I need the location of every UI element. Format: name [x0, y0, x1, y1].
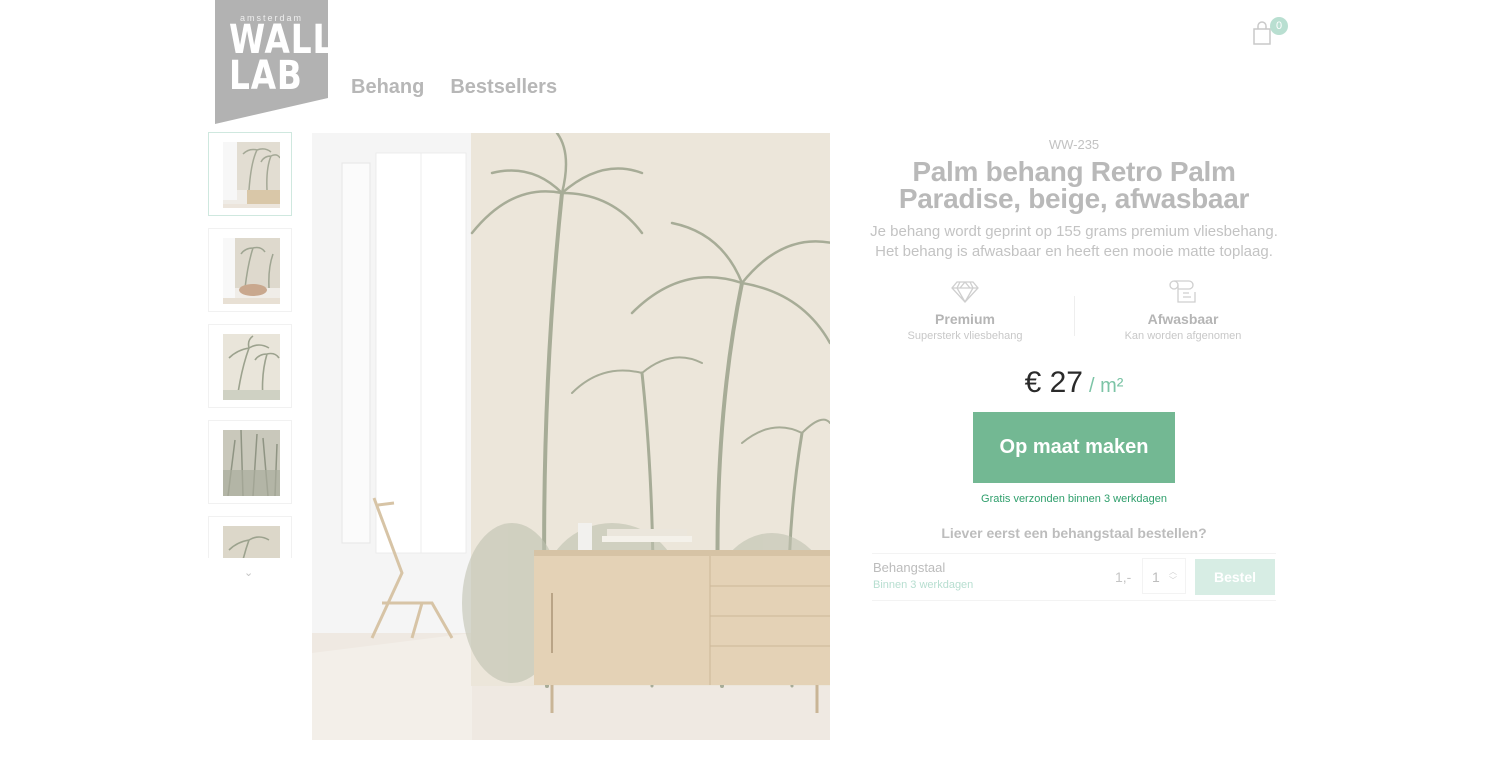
thumbnail-3[interactable] [208, 324, 292, 408]
feature-divider [1074, 296, 1075, 336]
quantity-value[interactable]: 1 [1152, 569, 1160, 585]
sample-question: Liever eerst een behangstaal bestellen? [941, 525, 1207, 541]
product-main-image [312, 133, 830, 740]
feature-title: Premium [935, 311, 995, 327]
thumbnail-5[interactable] [208, 516, 292, 558]
product-title-line1: Palm behang Retro Palm [912, 156, 1236, 187]
nav-item-bestsellers[interactable]: Bestsellers [450, 76, 557, 99]
paper-roll-icon [1078, 280, 1288, 308]
feature-afwasbaar: Afwasbaar Kan worden afgenomen [1078, 280, 1288, 342]
stepper-arrows-icon[interactable]: ︿ ﹀ [1169, 567, 1177, 585]
chevron-down-icon[interactable]: ⌄ [244, 566, 253, 579]
thumbnail-strip [208, 132, 294, 558]
diamond-icon [860, 280, 1070, 308]
price-amount: € 27 [1024, 366, 1083, 399]
product-description: Je behang wordt geprint op 155 grams pre… [870, 223, 1278, 260]
thumbnail-4[interactable] [208, 420, 292, 504]
cart-button[interactable]: 0 [1252, 17, 1292, 47]
quantity-stepper[interactable]: 1 ︿ ﹀ [1142, 558, 1186, 594]
thumbnail-2[interactable] [208, 228, 292, 312]
product-info: WW-235 Palm behang Retro Palm Paradise, … [860, 133, 1288, 262]
product-title: Palm behang Retro Palm Paradise, beige, … [860, 156, 1288, 214]
customize-button[interactable]: Op maat maken [973, 412, 1175, 483]
sample-price: 1,- [1115, 569, 1132, 585]
order-sample-button[interactable]: Bestel [1195, 559, 1275, 595]
feature-title: Afwasbaar [1147, 311, 1219, 327]
product-sku: WW-235 [1048, 137, 1100, 152]
brand-logo[interactable]: amsterdam WALL LAB [215, 0, 333, 124]
shipping-note: Gratis verzonden binnen 3 werkdagen [981, 493, 1167, 505]
sample-order-row: Behangstaal Binnen 3 werkdagen 1,- 1 ︿ ﹀ … [872, 553, 1276, 601]
product-title-line2: Paradise, beige, afwasbaar [898, 183, 1250, 214]
brand-line2: LAB [229, 53, 303, 99]
product-price: € 27/ m² [860, 366, 1288, 400]
feature-subtitle: Kan worden afgenomen [1124, 330, 1242, 342]
feature-list: Premium Supersterk vliesbehang Afwasbaar… [860, 280, 1288, 350]
feature-premium: Premium Supersterk vliesbehang [860, 280, 1070, 342]
thumbnail-1[interactable] [208, 132, 292, 216]
price-unit: / m² [1088, 375, 1124, 397]
sample-delivery: Binnen 3 werkdagen [873, 579, 974, 591]
sample-name: Behangstaal [873, 560, 946, 575]
cart-count-badge: 0 [1270, 17, 1288, 35]
feature-subtitle: Supersterk vliesbehang [907, 330, 1023, 342]
nav-item-behang[interactable]: Behang [351, 76, 424, 99]
main-nav: Behang Bestsellers [351, 76, 557, 99]
